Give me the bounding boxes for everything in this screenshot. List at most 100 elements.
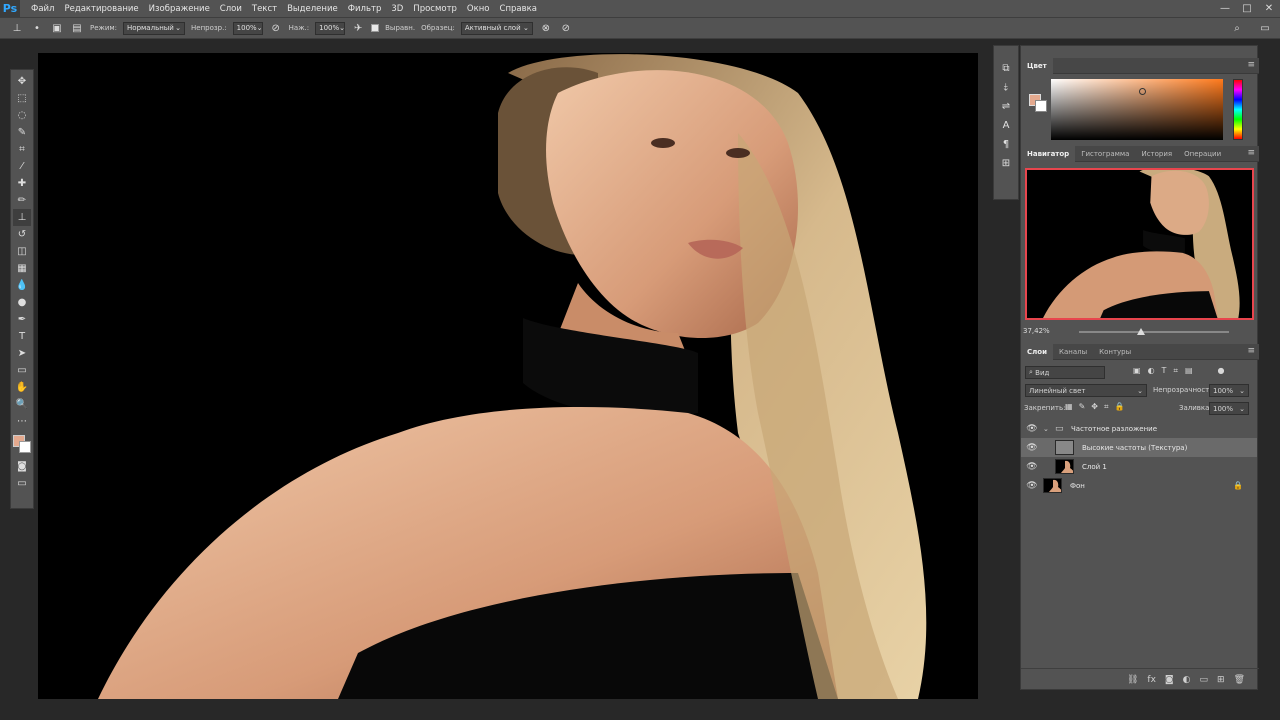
zoom-slider-handle[interactable] — [1137, 328, 1145, 335]
hand-tool-icon[interactable]: ✋ — [13, 379, 31, 396]
airbrush-icon[interactable]: ✈ — [351, 21, 365, 35]
lasso-tool-icon[interactable]: ◌ — [13, 107, 31, 124]
blend-mode-dropdown[interactable]: Линейный свет ⌄ — [1025, 384, 1147, 397]
layer-row-background[interactable]: 👁 Фон 🔒 — [1021, 476, 1257, 495]
menu-window[interactable]: Окно — [462, 4, 495, 14]
history-brush-tool-icon[interactable]: ↺ — [13, 226, 31, 243]
eye-icon[interactable]: 👁 — [1021, 424, 1043, 434]
panel-menu-icon[interactable]: ≡ — [1247, 346, 1255, 356]
ignore-adjustments-icon[interactable]: ⊗ — [539, 21, 553, 35]
workspace-icon[interactable]: ▭ — [1258, 21, 1272, 35]
menu-image[interactable]: Изображение — [144, 4, 215, 14]
rectangle-tool-icon[interactable]: ▭ — [13, 362, 31, 379]
menu-help[interactable]: Справка — [495, 4, 542, 14]
eye-icon[interactable]: 👁 — [1021, 462, 1043, 472]
lock-position-icon[interactable]: ✥ — [1091, 402, 1098, 412]
background-color-swatch[interactable] — [19, 441, 31, 453]
minimize-button[interactable]: — — [1214, 0, 1236, 17]
pressure-size-icon[interactable]: ⊘ — [559, 21, 573, 35]
menu-edit[interactable]: Редактирование — [59, 4, 143, 14]
layer-row-layer1[interactable]: 👁 Слой 1 — [1021, 457, 1257, 476]
clone-source-panel-icon[interactable]: ⧉ — [996, 60, 1016, 76]
blur-tool-icon[interactable]: 💧 — [13, 277, 31, 294]
layer-style-icon[interactable]: fx — [1147, 675, 1156, 685]
adjustments-icon[interactable]: ⇌ — [996, 98, 1016, 114]
eye-icon[interactable]: 👁 — [1021, 481, 1043, 491]
new-group-icon[interactable]: ▭ — [1200, 675, 1209, 685]
gradient-tool-icon[interactable]: ▦ — [13, 260, 31, 277]
close-button[interactable]: ✕ — [1258, 0, 1280, 17]
lock-artboard-icon[interactable]: ⌗ — [1104, 402, 1109, 412]
new-layer-icon[interactable]: ⊞ — [1217, 675, 1225, 685]
menu-file[interactable]: Файл — [26, 4, 59, 14]
document-canvas[interactable] — [38, 53, 978, 699]
clone-source-icon[interactable]: ▣ — [50, 21, 64, 35]
quick-select-tool-icon[interactable]: ✎ — [13, 124, 31, 141]
smart-object-filter-icon[interactable]: ▤ — [1185, 366, 1193, 376]
adjustment-filter-icon[interactable]: ◐ — [1148, 366, 1155, 376]
type-filter-icon[interactable]: T — [1162, 366, 1167, 376]
panel-menu-icon[interactable]: ≡ — [1247, 148, 1255, 158]
shape-filter-icon[interactable]: ⌗ — [1173, 366, 1178, 376]
navigator-thumbnail[interactable] — [1025, 168, 1254, 320]
properties-icon[interactable]: ⊞ — [996, 155, 1016, 171]
canvas-area[interactable] — [38, 40, 988, 702]
search-icon[interactable]: ⌕ — [1230, 21, 1244, 35]
screen-mode-icon[interactable]: ▭ — [13, 475, 31, 492]
lock-transparency-icon[interactable]: ▦ — [1065, 402, 1073, 412]
color-swatches[interactable] — [12, 434, 32, 454]
tool-presets-icon[interactable]: ⤈ — [996, 79, 1016, 95]
photoshop-logo[interactable]: Ps — [0, 0, 20, 17]
eraser-tool-icon[interactable]: ◫ — [13, 243, 31, 260]
mode-dropdown[interactable]: Нормальный ⌄ — [123, 21, 186, 35]
tab-history[interactable]: История — [1135, 146, 1178, 162]
filter-toggle-icon[interactable]: ● — [1218, 366, 1225, 376]
add-mask-icon[interactable]: ◙ — [1165, 675, 1174, 685]
aligned-checkbox[interactable] — [371, 24, 380, 32]
more-tools-icon[interactable]: ⋯ — [13, 413, 31, 430]
maximize-button[interactable]: □ — [1236, 0, 1258, 17]
zoom-tool-icon[interactable]: 🔍 — [13, 396, 31, 413]
clone-stamp-icon[interactable]: ⊥ — [10, 21, 24, 35]
menu-filter[interactable]: Фильтр — [343, 4, 387, 14]
paragraph-panel-icon[interactable]: ¶ — [996, 136, 1016, 152]
color-field[interactable] — [1051, 79, 1223, 140]
pressure-input[interactable]: 100% ⌄ — [315, 21, 346, 35]
layer-opacity-input[interactable]: 100% ⌄ — [1209, 384, 1249, 397]
lock-all-icon[interactable]: 🔒 — [1114, 402, 1124, 412]
lock-pixels-icon[interactable]: ✎ — [1079, 402, 1086, 412]
trash-icon[interactable]: 🗑 — [1234, 675, 1245, 685]
character-panel-icon[interactable]: A — [996, 117, 1016, 133]
tab-histogram[interactable]: Гистограмма — [1075, 146, 1135, 162]
tab-color[interactable]: Цвет — [1021, 57, 1053, 74]
background-color-chip[interactable] — [1035, 100, 1047, 112]
pixel-filter-icon[interactable]: ▣ — [1133, 366, 1141, 376]
path-selection-tool-icon[interactable]: ➤ — [13, 345, 31, 362]
tab-channels[interactable]: Каналы — [1053, 344, 1093, 360]
menu-select[interactable]: Выделение — [282, 4, 343, 14]
layer-filter-dropdown[interactable]: ⌕ Вид — [1025, 366, 1105, 379]
tab-paths[interactable]: Контуры — [1093, 344, 1137, 360]
color-picker-cursor[interactable] — [1139, 88, 1146, 95]
sample-dropdown[interactable]: Активный слой ⌄ — [460, 21, 533, 35]
pressure-opacity-icon[interactable]: ⊘ — [269, 21, 283, 35]
brush-settings-icon[interactable]: ▤ — [70, 21, 84, 35]
healing-brush-tool-icon[interactable]: ✚ — [13, 175, 31, 192]
dodge-tool-icon[interactable]: ● — [13, 294, 31, 311]
pen-tool-icon[interactable]: ✒ — [13, 311, 31, 328]
tab-actions[interactable]: Операции — [1178, 146, 1227, 162]
opacity-input[interactable]: 100% ⌄ — [232, 21, 263, 35]
type-tool-icon[interactable]: T — [13, 328, 31, 345]
eyedropper-tool-icon[interactable]: ⁄ — [13, 158, 31, 175]
brush-size-icon[interactable]: • — [30, 21, 44, 35]
panel-menu-icon[interactable]: ≡ — [1247, 60, 1255, 70]
adjustment-layer-icon[interactable]: ◐ — [1183, 675, 1191, 685]
move-tool-icon[interactable]: ✥ — [13, 73, 31, 90]
layer-row-high-frequency[interactable]: 👁 Высокие частоты (Текстура) — [1021, 438, 1257, 457]
navigator-zoom-value[interactable]: 37,42% — [1023, 327, 1050, 335]
navigator-zoom-slider[interactable] — [1079, 331, 1229, 333]
menu-layers[interactable]: Слои — [215, 4, 247, 14]
quick-mask-icon[interactable]: ◙ — [13, 458, 31, 475]
layer-row-group[interactable]: 👁 ⌄ ▭ Частотное разложение — [1021, 419, 1257, 438]
fill-input[interactable]: 100% ⌄ — [1209, 402, 1249, 415]
